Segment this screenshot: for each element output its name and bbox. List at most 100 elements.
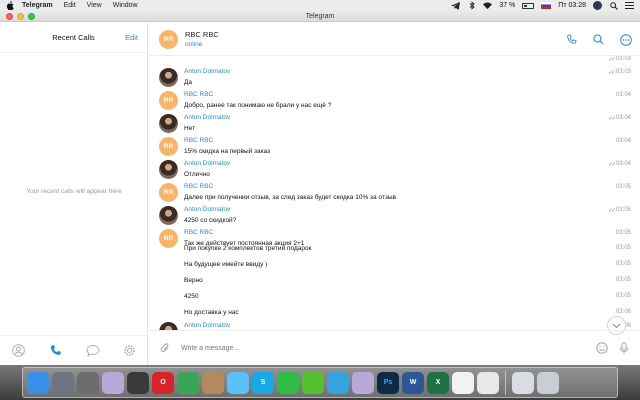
call-icon[interactable] — [565, 33, 578, 46]
apple-icon[interactable] — [6, 1, 14, 10]
menu-window[interactable]: Window — [113, 2, 138, 9]
chat-peer-info[interactable]: RBC RBC online — [185, 30, 219, 48]
message-sender[interactable]: Anton Dolmatov — [184, 160, 230, 167]
dock-photos-icon[interactable] — [452, 371, 474, 394]
dock-preview-icon[interactable] — [352, 371, 374, 394]
minimize-window-button[interactable] — [17, 13, 24, 20]
dock-icq-icon[interactable] — [302, 371, 324, 394]
dock-finder-icon[interactable] — [27, 371, 49, 394]
sidebar-header: Recent Calls Edit — [0, 23, 147, 53]
sender-avatar-rbc[interactable]: RR — [159, 229, 178, 248]
sidebar: Recent Calls Edit Your recent calls will… — [0, 23, 148, 365]
calls-tab-icon[interactable] — [49, 344, 63, 358]
chevron-down-icon — [612, 323, 621, 328]
message-time: 03:04 — [615, 115, 631, 121]
read-check-icon: ✓✓ — [607, 116, 616, 122]
message-time: 03:05 — [615, 277, 631, 283]
message-time: 03:05 — [615, 184, 631, 190]
message-time: 03:04 — [615, 138, 631, 144]
message-text: Нет — [184, 125, 196, 132]
sender-avatar-anton[interactable] — [159, 114, 178, 133]
sender-avatar-anton[interactable] — [159, 206, 178, 225]
chats-tab-icon[interactable] — [86, 344, 100, 358]
sidebar-tabbar — [0, 335, 148, 365]
message-sender[interactable]: Anton Dolmatov — [184, 206, 230, 213]
chat-info-icon[interactable] — [619, 33, 632, 46]
notification-center-icon[interactable] — [625, 2, 634, 10]
dock-textedit-icon[interactable] — [477, 371, 499, 394]
message-input[interactable] — [181, 344, 596, 352]
menu-app-telegram[interactable]: Telegram — [22, 2, 53, 9]
search-icon[interactable] — [592, 33, 605, 46]
message-time: 03:04 — [615, 92, 631, 98]
chat-avatar[interactable]: RR — [159, 29, 178, 49]
input-source-flag-icon[interactable] — [541, 2, 552, 9]
zoom-window-button[interactable] — [28, 13, 35, 20]
sender-avatar-anton[interactable] — [159, 160, 178, 179]
read-check-icon: ✓✓ — [607, 70, 616, 76]
dock-trash-icon[interactable] — [537, 371, 559, 394]
telegram-status-icon[interactable] — [451, 1, 461, 10]
dock-time-machine-icon[interactable] — [127, 371, 149, 394]
dock-system-preferences-icon[interactable] — [77, 371, 99, 394]
dock-opera-icon[interactable]: O — [152, 371, 174, 394]
dock-skype-icon[interactable]: S — [252, 371, 274, 394]
sender-avatar-rbc[interactable]: RR — [159, 91, 178, 110]
menu-clock[interactable]: Пт 03:28 — [558, 2, 586, 9]
dock-chrome-icon[interactable] — [177, 371, 199, 394]
emoji-icon[interactable] — [596, 342, 608, 354]
dock-preview-icon[interactable] — [102, 371, 124, 394]
settings-tab-icon[interactable] — [123, 344, 137, 358]
message-time: 03:05 — [615, 207, 631, 213]
user-account-icon[interactable] — [593, 1, 602, 10]
message-sender[interactable]: RBC RBC — [184, 137, 213, 144]
dock-contacts-icon[interactable] — [202, 371, 224, 394]
close-window-button[interactable] — [6, 13, 13, 20]
message-text: Но доставка у нас — [184, 309, 239, 316]
message-sender[interactable]: RBC RBC — [184, 229, 213, 236]
attach-icon[interactable] — [159, 342, 171, 354]
window-titlebar[interactable]: Telegram — [0, 11, 640, 22]
message-text: Далее при получении отзыв, за след заказ… — [184, 194, 396, 201]
spotlight-search-icon[interactable] — [609, 1, 618, 10]
sender-avatar-anton[interactable] — [159, 68, 178, 87]
message-text: Верно — [184, 277, 203, 284]
battery-percent: 37 % — [499, 2, 516, 9]
message-sender[interactable]: RBC RBC — [184, 183, 213, 190]
contacts-tab-icon[interactable] — [12, 344, 26, 358]
chat-header[interactable]: RR RBC RBC online — [149, 23, 640, 56]
dock-excel-icon[interactable]: X — [427, 371, 449, 394]
sender-avatar-rbc[interactable]: RR — [159, 137, 178, 156]
chat-peer-status: online — [185, 41, 203, 48]
sender-avatar-anton[interactable] — [159, 322, 178, 330]
dock-downloads-icon[interactable] — [512, 371, 534, 394]
message-text: Добро, ранее так понимаю не брали у нас … — [184, 102, 332, 109]
message-text: Отлично — [184, 171, 210, 178]
edit-button[interactable]: Edit — [125, 33, 138, 42]
dock-whatsapp-icon[interactable] — [277, 371, 299, 394]
dock-photoshop-icon[interactable]: Ps — [377, 371, 399, 394]
sender-avatar-rbc[interactable]: RR — [159, 183, 178, 202]
read-check-icon: ✓✓ — [607, 162, 616, 168]
dock-messages-icon[interactable] — [227, 371, 249, 394]
message-time: 03:05 — [615, 230, 631, 236]
dock-telegram-icon[interactable] — [327, 371, 349, 394]
message-list[interactable]: 03:03 ✓✓ Anton Dolmatov Да 03:03 ✓✓ RR RBC RBC Д… — [149, 56, 640, 330]
message-time: 03:04 — [615, 161, 631, 167]
microphone-icon[interactable] — [618, 342, 630, 354]
menu-view[interactable]: View — [87, 2, 102, 9]
dock-launchpad-icon[interactable] — [52, 371, 74, 394]
wifi-icon[interactable] — [483, 1, 493, 10]
bluetooth-icon[interactable] — [467, 1, 476, 10]
message-sender[interactable]: Anton Dolmatov — [184, 68, 230, 75]
menu-bar: Telegram Edit View Window 37 % Пт 03:28 — [0, 0, 640, 11]
read-check-icon: ✓✓ — [607, 208, 616, 214]
message-sender[interactable]: RBC RBC — [184, 91, 213, 98]
message-sender[interactable]: Anton Dolmatov — [184, 322, 230, 329]
read-check-icon: ✓✓ — [607, 57, 616, 63]
telegram-window: Telegram Recent Calls Edit Your recent c… — [0, 11, 640, 365]
menu-edit[interactable]: Edit — [64, 2, 76, 9]
battery-icon[interactable] — [522, 2, 535, 9]
dock-word-icon[interactable]: W — [402, 371, 424, 394]
message-sender[interactable]: Anton Dolmatov — [184, 114, 230, 121]
